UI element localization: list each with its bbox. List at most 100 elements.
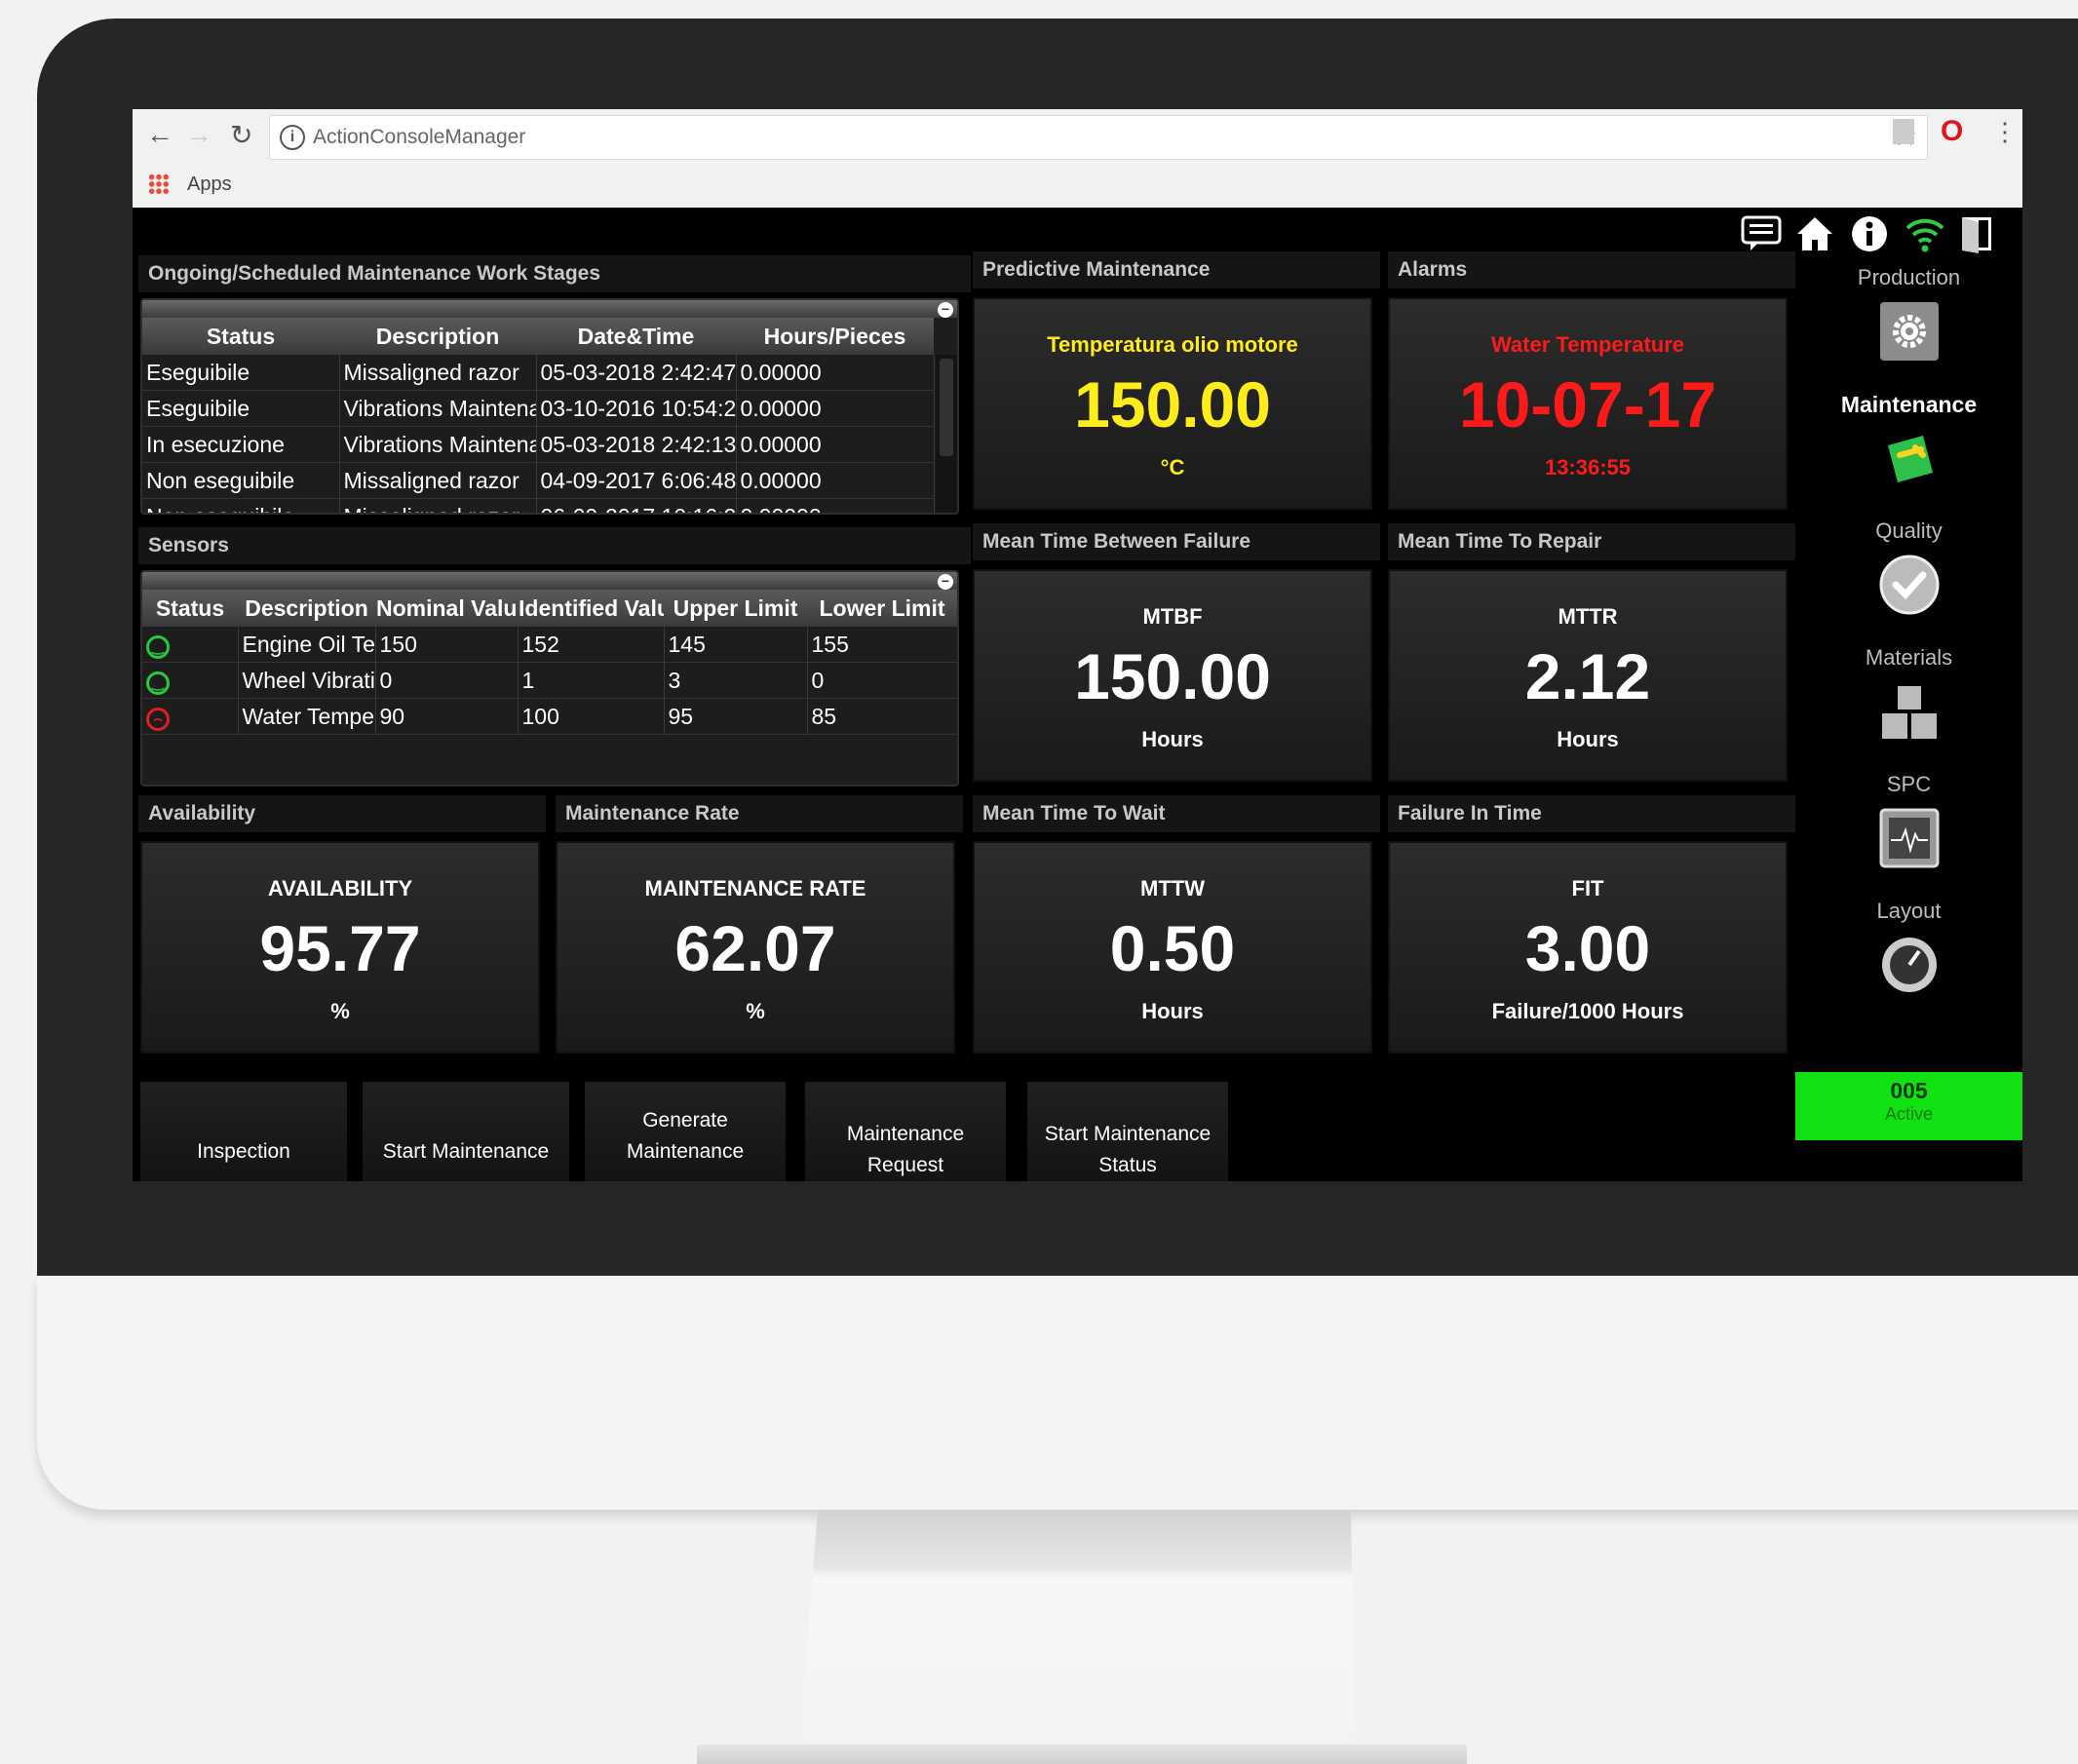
forward-icon[interactable]: → xyxy=(185,119,212,150)
table-cell: Non eseguibile xyxy=(142,462,340,499)
column-header[interactable]: Description xyxy=(339,318,536,355)
screen: ← → ↻ i ActionConsoleManager ☆ O ⋮ Apps xyxy=(133,109,2022,1181)
extension-icon[interactable] xyxy=(1893,119,1914,144)
home-icon[interactable] xyxy=(1795,214,1834,263)
sidebar-item-materials[interactable]: Materials xyxy=(1795,645,2022,743)
mttw-unit: Hours xyxy=(1141,999,1204,1023)
table-cell: 85 xyxy=(807,698,957,735)
monitor-stand-base xyxy=(697,1745,1467,1764)
fit-label: FIT xyxy=(1571,876,1604,901)
sidebar-item-layout[interactable]: Layout xyxy=(1795,899,2022,996)
maintenance-request-button[interactable]: Maintenance Request xyxy=(805,1082,1006,1181)
sidebar-item-quality[interactable]: Quality xyxy=(1795,518,2022,616)
table-row[interactable]: EseguibileVibrations Maintenance03-10-20… xyxy=(142,390,935,427)
table-cell: Non eseguibile xyxy=(142,498,340,513)
sidebar-item-maintenance[interactable]: Maintenance xyxy=(1795,392,2022,490)
table-cell: 06-09-2017 10:16:2 xyxy=(536,498,737,513)
table-row[interactable]: ‿Wheel Vibration0130 xyxy=(142,662,957,699)
apps-link[interactable]: Apps xyxy=(187,173,232,196)
table-row[interactable]: In esecuzioneVibrations Maintenance05-03… xyxy=(142,426,935,463)
table-cell: 05-03-2018 2:42:13 xyxy=(536,426,737,463)
info-circle-icon[interactable] xyxy=(1850,214,1889,263)
mtbf-value: 150.00 xyxy=(1074,640,1271,712)
fit-value: 3.00 xyxy=(1524,912,1651,984)
predictive-unit: °C xyxy=(1160,455,1185,479)
collapse-icon[interactable]: − xyxy=(938,302,953,318)
boxes-icon xyxy=(1878,680,1941,743)
table-cell: Engine Oil Temperature xyxy=(238,627,376,663)
table-cell: Eseguibile xyxy=(142,355,340,391)
maintenance-stages-table: − Status Description Date&Time Hours/Pieces… xyxy=(140,298,959,515)
chart-icon xyxy=(1878,807,1941,869)
table-row[interactable]: Non eseguibile Missaligned razor 04-09-201… xyxy=(142,462,935,499)
table-cell: 100 xyxy=(518,698,665,735)
alarm-label: Water Temperature xyxy=(1490,332,1685,357)
column-header[interactable]: Status xyxy=(142,318,339,355)
column-header[interactable]: Nominal Value xyxy=(375,590,518,627)
column-header[interactable]: Date&Time xyxy=(536,318,736,355)
table-cell: Vibrations Maintenance xyxy=(339,390,537,427)
maintenance-stages-title: Ongoing/Scheduled Maintenance Work Stage… xyxy=(138,255,971,292)
table-cell: In esecuzione xyxy=(142,426,340,463)
address-bar[interactable]: i ActionConsoleManager ☆ xyxy=(269,115,1928,160)
column-header[interactable]: Description xyxy=(238,590,375,627)
predictive-title: Predictive Maintenance xyxy=(973,251,1380,288)
mttr-title: Mean Time To Repair xyxy=(1388,523,1795,560)
gear-icon xyxy=(1878,300,1941,363)
column-header[interactable]: Upper Limit xyxy=(664,590,807,627)
table-cell: 03-10-2016 10:54:2 xyxy=(536,390,737,427)
exit-icon[interactable] xyxy=(1959,214,1994,263)
column-header[interactable]: Identified Value xyxy=(518,590,664,627)
table-row[interactable]: Non eseguibileMissaligned razor06-09-201… xyxy=(142,498,935,513)
table-toolbar: − xyxy=(142,300,957,318)
table-cell: Water Temperature xyxy=(238,698,376,735)
inspection-button[interactable]: Inspection xyxy=(140,1082,347,1181)
table-cell: 95 xyxy=(664,698,808,735)
maint-rate-card: MAINTENANCE RATE 62.07 % xyxy=(556,841,955,1054)
sidebar-item-label: Production xyxy=(1857,265,1961,289)
apps-grid-icon[interactable] xyxy=(148,173,170,195)
sidebar-item-production[interactable]: Production xyxy=(1795,265,2022,363)
menu-dots-icon[interactable]: ⋮ xyxy=(1992,117,2018,147)
info-icon[interactable]: i xyxy=(280,125,305,150)
collapse-icon[interactable]: − xyxy=(938,574,953,590)
predictive-value: 150.00 xyxy=(1074,368,1271,441)
table-row[interactable]: Eseguibile Missaligned razor 05-03-2018 2:… xyxy=(142,355,935,391)
alarms-title: Alarms xyxy=(1388,251,1795,288)
sidebar-item-spc[interactable]: SPC xyxy=(1795,772,2022,869)
monitor-stand xyxy=(799,1510,1355,1744)
reload-icon[interactable]: ↻ xyxy=(230,119,252,151)
table-cell: 0.00000 xyxy=(736,426,935,463)
start-maintenance-status-button[interactable]: Start Maintenance Status xyxy=(1027,1082,1228,1181)
generate-maintenance-button[interactable]: Generate Maintenance xyxy=(585,1082,786,1181)
table-toolbar: − xyxy=(142,572,957,590)
table-cell: Missaligned razor xyxy=(339,355,537,391)
table-scrollbar[interactable] xyxy=(936,355,957,513)
table-row[interactable]: ‿ Engine Oil Temperature150152145155 xyxy=(142,627,957,663)
column-header[interactable]: Lower Limit xyxy=(807,590,957,627)
start-maintenance-button[interactable]: Start Maintenance xyxy=(363,1082,569,1181)
mttw-title: Mean Time To Wait xyxy=(973,795,1380,832)
address-text: ActionConsoleManager xyxy=(313,126,526,148)
wrench-icon xyxy=(1878,428,1941,490)
opera-icon[interactable]: O xyxy=(1941,115,1963,148)
column-header[interactable]: Hours/Pieces xyxy=(736,318,934,355)
table-cell: Missaligned razor xyxy=(339,462,537,499)
status-badge: 005 Active xyxy=(1795,1072,2022,1140)
mttr-label: MTTR xyxy=(1558,604,1618,629)
wifi-icon[interactable] xyxy=(1905,214,1945,263)
predictive-label: Temperatura olio motore xyxy=(1047,332,1298,357)
browser-chrome: ← → ↻ i ActionConsoleManager ☆ O ⋮ Apps xyxy=(133,109,2022,208)
check-icon xyxy=(1878,554,1941,616)
availability-title: Availability xyxy=(138,795,546,832)
table-row[interactable]: ⌢ Water Temperature901009585 xyxy=(142,698,957,735)
gauge-icon xyxy=(1878,934,1941,996)
table-cell: 05-03-2018 2:42:47 xyxy=(536,355,737,391)
sensor-status-cell: ⌢ xyxy=(142,698,239,735)
mttw-label: MTTW xyxy=(1140,876,1205,901)
alarm-time: 13:36:55 xyxy=(1544,455,1632,479)
column-header[interactable]: Status xyxy=(142,590,238,627)
sidebar-item-label: Maintenance xyxy=(1840,392,1978,417)
mtbf-title: Mean Time Between Failure xyxy=(973,523,1380,560)
back-icon[interactable]: ← xyxy=(146,119,173,150)
